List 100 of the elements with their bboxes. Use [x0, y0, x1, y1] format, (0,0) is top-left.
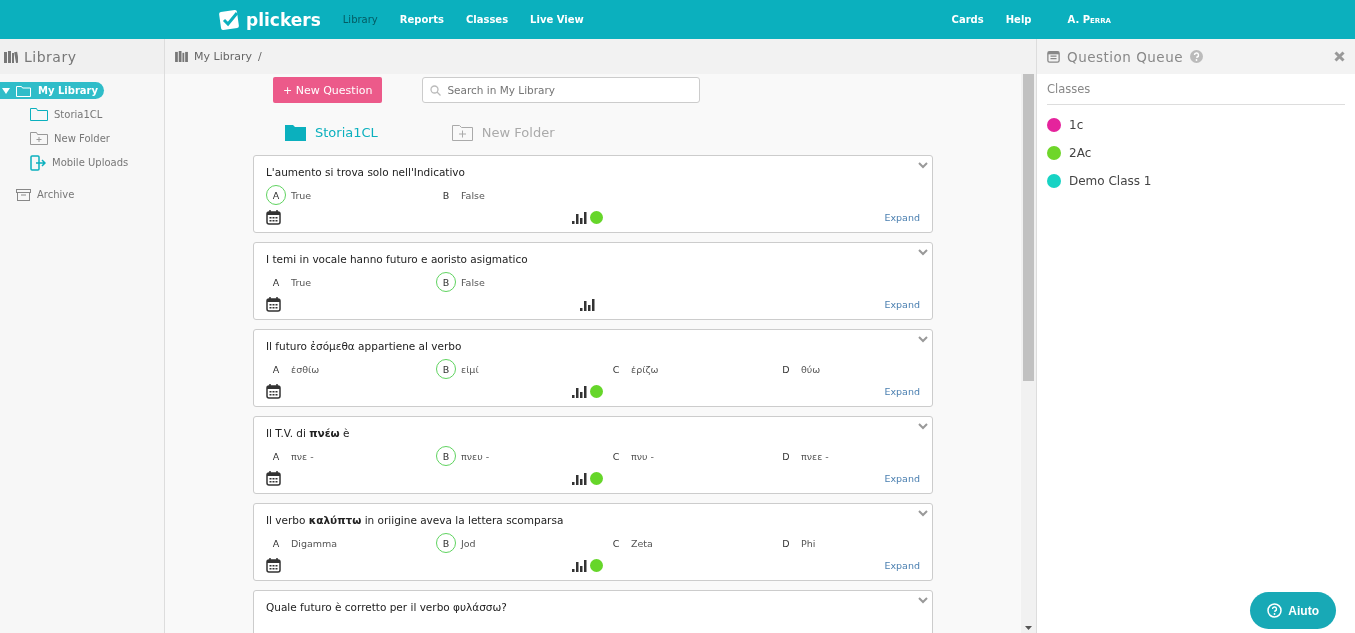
calendar-icon[interactable] — [266, 471, 281, 486]
bar-chart-icon[interactable] — [572, 385, 588, 398]
choice-text: πνε - — [291, 450, 314, 462]
chevron-down-icon[interactable] — [918, 423, 928, 430]
calendar-icon[interactable] — [266, 558, 281, 573]
choice-text: ἐσθίω — [291, 363, 320, 375]
choice-text: False — [461, 189, 485, 201]
bar-chart-icon[interactable] — [572, 472, 588, 485]
choice-text: True — [291, 276, 312, 288]
calendar-icon[interactable] — [266, 384, 281, 399]
question-card[interactable]: I temi in vocale hanno futuro e aoristo asigmatico A True B False Expand — [253, 242, 933, 320]
choice-text: πνυ - — [631, 450, 654, 462]
chevron-down-icon[interactable] — [918, 510, 928, 517]
question-text: Il verbo καλύπτω in oriigine aveva la lettera scomparsa — [266, 514, 565, 526]
folder-item[interactable]: New Folder — [0, 130, 164, 147]
question-circle-icon — [1267, 603, 1283, 618]
folder-item[interactable]: Storia1CL — [0, 106, 164, 123]
phone-upload-icon — [30, 154, 46, 171]
bar-chart-icon[interactable] — [580, 298, 596, 311]
choice-text: Digamma — [291, 537, 338, 549]
nav-link[interactable]: Cards — [951, 14, 984, 25]
class-item[interactable]: 2Ac — [1047, 139, 1345, 167]
choice-letter: C — [611, 536, 621, 551]
question-text: L'aumento si trova solo nell'Indicativo — [266, 166, 466, 178]
archive-box-icon — [16, 188, 31, 201]
question-card[interactable]: Il verbo καλύπτω in oriigine aveva la lettera scomparsa A Digamma B Jod C Zeta D Phi Expand — [253, 503, 933, 581]
question-text: Il T.V. di πνέω è — [266, 427, 351, 439]
user-menu[interactable]: A. Perra — [1067, 14, 1111, 25]
breadcrumb-item[interactable]: / — [257, 50, 262, 63]
question-text: I temi in vocale hanno futuro e aoristo asigmatico — [266, 253, 529, 265]
calendar-icon[interactable] — [266, 210, 281, 225]
choice-text: Phi — [801, 537, 816, 549]
chevron-down-icon[interactable] — [918, 597, 928, 604]
expand-link[interactable]: Expand — [884, 386, 920, 397]
choice-text: ἐρίζω — [631, 363, 659, 375]
expand-link[interactable]: Expand — [884, 560, 920, 571]
expand-link[interactable]: Expand — [884, 212, 920, 223]
help-button[interactable]: Aiuto — [1250, 592, 1336, 629]
choice-text: True — [291, 189, 312, 201]
calendar-icon[interactable] — [266, 297, 281, 312]
choice-text: False — [461, 276, 485, 288]
folder-icon — [16, 84, 32, 97]
chevron-down-icon[interactable] — [918, 249, 928, 256]
choice-text: πνευ - — [461, 450, 490, 462]
choice-letter: C — [611, 362, 621, 377]
choice-letter: A — [271, 362, 281, 377]
choice-letter: B — [441, 188, 451, 203]
scrollbar[interactable] — [1021, 74, 1036, 633]
choice-text: θύω — [801, 363, 821, 375]
choice-text: Zeta — [631, 537, 653, 549]
folder-icon — [30, 108, 48, 121]
folder-plus-icon — [451, 124, 473, 141]
breadcrumb-item[interactable]: My Library — [194, 50, 252, 63]
choice-letter: A — [271, 449, 281, 464]
choice-letter: A — [271, 536, 281, 551]
search-field[interactable]: Search in My Library — [422, 77, 701, 103]
choice-letter: D — [781, 362, 791, 377]
question-card[interactable]: L'aumento si trova solo nell'Indicativo A True B False Expand — [253, 155, 933, 233]
choice-text: πνεε - — [801, 450, 829, 462]
library-item[interactable]: My Library — [0, 82, 105, 99]
class-item[interactable]: Demo Class 1 — [1047, 167, 1345, 195]
books-icon — [4, 50, 18, 63]
nav-link[interactable]: Live View — [530, 14, 584, 25]
scroll-down-icon[interactable] — [1025, 626, 1032, 630]
logo-check-icon — [218, 8, 242, 31]
class-item[interactable]: 1c — [1047, 111, 1345, 139]
question-card[interactable]: Il futuro ἐσόμεθα appartiene al verbo A ἐσθίω B εἰμί C ἐρίζω D θύω Expand — [253, 329, 933, 407]
folder-item[interactable]: Mobile Uploads — [0, 154, 164, 171]
bar-chart-icon[interactable] — [572, 211, 588, 224]
search-icon — [430, 85, 442, 96]
nav-link[interactable]: Reports — [399, 14, 444, 25]
chevron-down-icon[interactable] — [918, 336, 928, 343]
calendar-icon — [1047, 50, 1060, 63]
chevron-down-icon[interactable] — [918, 162, 928, 169]
expand-link[interactable]: Expand — [884, 299, 920, 310]
question-text: Il futuro ἐσόμεθα appartiene al verbo — [266, 340, 463, 352]
nav-link[interactable]: Help — [1005, 14, 1032, 25]
panel-title: Question Queue — [1067, 48, 1184, 65]
books-icon — [175, 51, 188, 62]
choice-text: εἰμί — [461, 363, 479, 375]
choice-text: Jod — [461, 537, 476, 549]
folder-tile[interactable]: Storia1CL — [285, 119, 378, 146]
nav-link[interactable]: Library — [342, 14, 378, 25]
folder-plus-icon — [30, 132, 48, 145]
logo-text[interactable]: plickers — [246, 9, 321, 30]
choice-letter: D — [781, 536, 791, 551]
choice-letter: D — [781, 449, 791, 464]
scrollbar-thumb[interactable] — [1023, 74, 1034, 381]
question-card[interactable]: Il T.V. di πνέω è A πνε - B πνευ - C πνυ - D πνεε - Expand — [253, 416, 933, 494]
question-text: Quale futuro è corretto per il verbo φυλάσσω? — [266, 601, 508, 613]
question-card[interactable]: Quale futuro è corretto per il verbo φυλάσσω? — [253, 590, 933, 633]
bar-chart-icon[interactable] — [572, 559, 588, 572]
choice-letter: A — [271, 275, 281, 290]
library-item[interactable]: Archive — [0, 186, 81, 203]
section-heading: Classes — [1047, 74, 1345, 105]
close-icon[interactable] — [1334, 51, 1345, 62]
expand-link[interactable]: Expand — [884, 473, 920, 484]
new-question-button[interactable]: + New Question — [273, 77, 383, 103]
sidebar-title: Library — [24, 48, 77, 65]
nav-link[interactable]: Classes — [465, 14, 509, 25]
